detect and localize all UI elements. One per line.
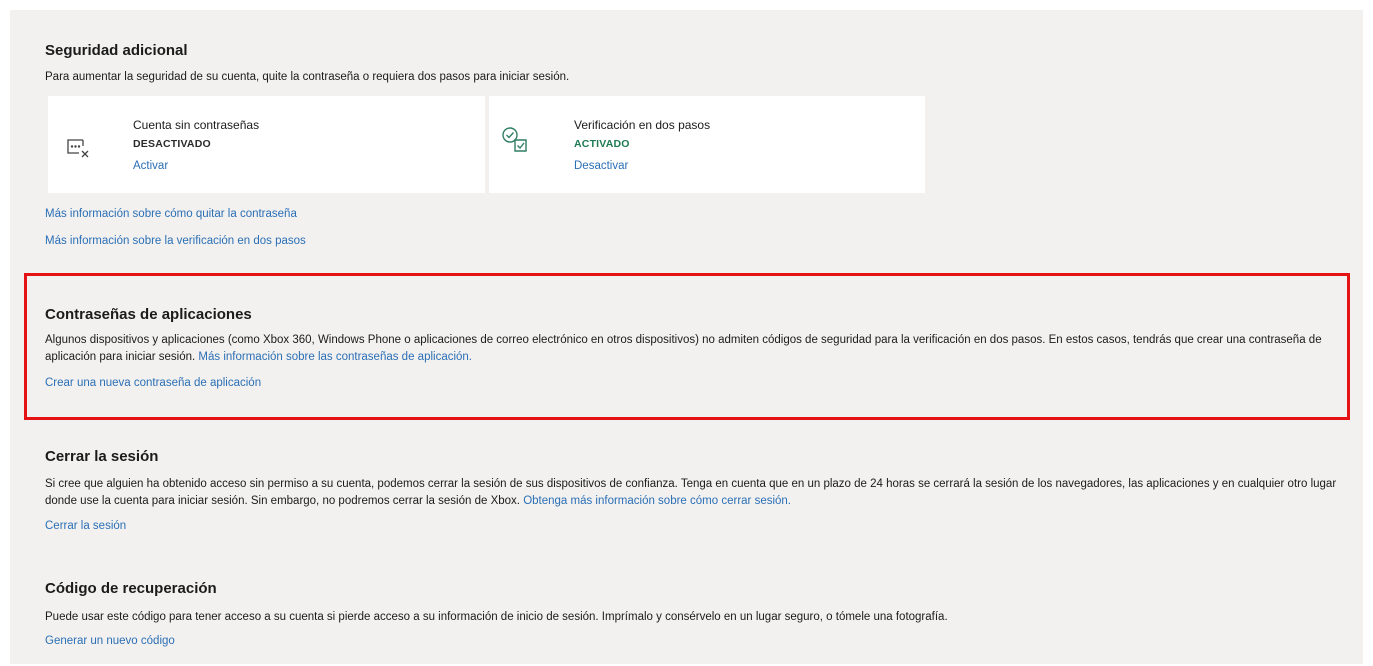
recovery-code-title: Código de recuperación bbox=[45, 580, 217, 597]
deactivate-two-step-link[interactable]: Desactivar bbox=[574, 160, 628, 172]
two-step-info-link[interactable]: Más información sobre la verificación en… bbox=[45, 235, 306, 247]
app-passwords-info-link[interactable]: Más información sobre las contraseñas de… bbox=[198, 351, 472, 363]
security-description: Para aumentar la seguridad de su cuenta,… bbox=[45, 71, 570, 83]
passwordless-card: Cuenta sin contraseñas DESACTIVADO Activ… bbox=[48, 96, 485, 193]
security-section-title: Seguridad adicional bbox=[45, 42, 188, 59]
remove-password-info-link[interactable]: Más información sobre cómo quitar la con… bbox=[45, 208, 297, 220]
two-step-status: ACTIVADO bbox=[574, 138, 630, 150]
two-step-card: Verificación en dos pasos ACTIVADO Desac… bbox=[489, 96, 925, 193]
recovery-code-description: Puede usar este código para tener acceso… bbox=[45, 611, 948, 623]
app-passwords-title: Contraseñas de aplicaciones bbox=[45, 306, 252, 323]
two-step-check-icon bbox=[501, 126, 531, 161]
create-app-password-link[interactable]: Crear una nueva contraseña de aplicación bbox=[45, 377, 261, 389]
sign-out-title: Cerrar la sesión bbox=[45, 448, 159, 465]
generate-recovery-code-link[interactable]: Generar un nuevo código bbox=[45, 635, 175, 647]
passwordless-status: DESACTIVADO bbox=[133, 138, 211, 150]
passwordless-title: Cuenta sin contraseñas bbox=[133, 118, 260, 132]
sign-out-link[interactable]: Cerrar la sesión bbox=[45, 520, 126, 532]
two-step-title: Verificación en dos pasos bbox=[574, 118, 711, 132]
password-off-icon bbox=[66, 136, 92, 165]
app-passwords-description: Algunos dispositivos y aplicaciones (com… bbox=[45, 334, 1322, 363]
sign-out-description: Si cree que alguien ha obtenido acceso s… bbox=[45, 478, 1337, 507]
sign-out-info-link[interactable]: Obtenga más información sobre cómo cerra… bbox=[523, 495, 791, 507]
activate-passwordless-link[interactable]: Activar bbox=[133, 160, 168, 172]
